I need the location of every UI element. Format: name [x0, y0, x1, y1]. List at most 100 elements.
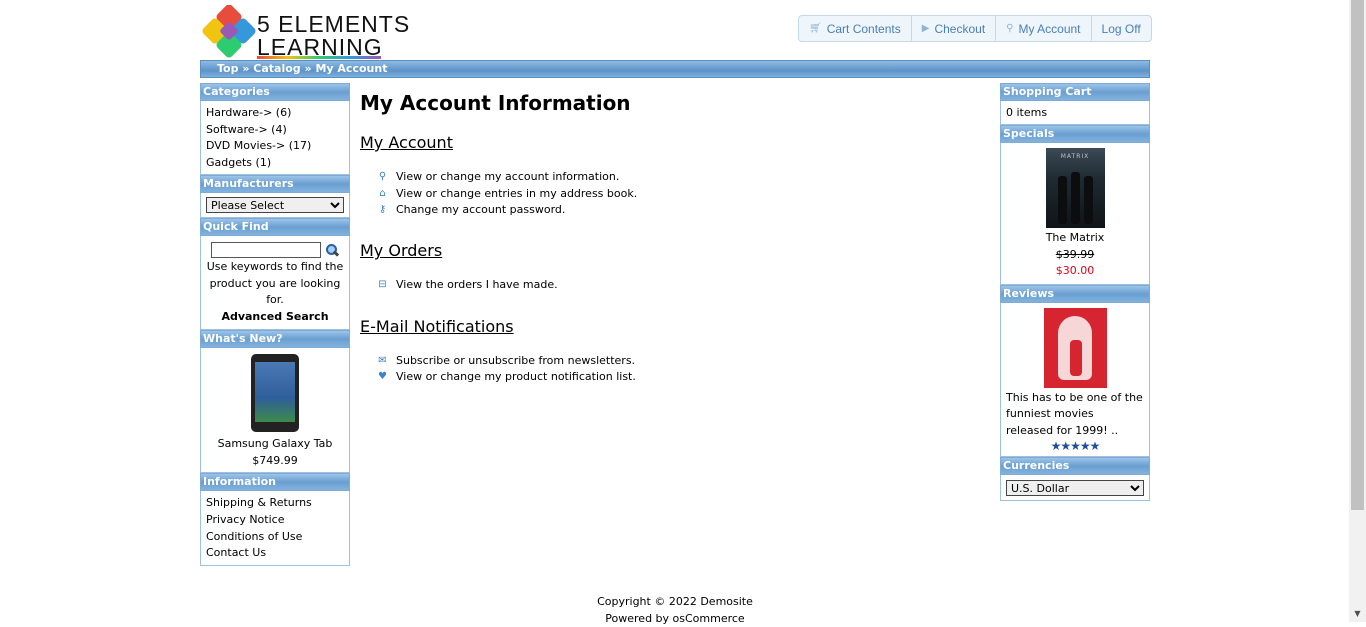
- left-column: Categories Hardware-> (6) Software-> (4)…: [200, 83, 350, 566]
- email-notifications-heading[interactable]: E-Mail Notifications: [360, 317, 990, 337]
- whats-new-product-link[interactable]: Samsung Galaxy Tab: [206, 436, 344, 453]
- specials-old-price: $39.99: [1006, 247, 1144, 264]
- right-column: Shopping Cart 0 items Specials MATRIX Th…: [1000, 83, 1150, 501]
- specials-box: MATRIX The Matrix $39.99 $30.00: [1000, 143, 1150, 285]
- newsletters-link[interactable]: Subscribe or unsubscribe from newsletter…: [396, 353, 635, 370]
- cart-item-count: 0 items: [1006, 105, 1144, 121]
- scrollbar-thumb[interactable]: [1351, 0, 1364, 510]
- change-password-link[interactable]: Change my account password.: [396, 202, 565, 219]
- my-orders-list: ⊟ View the orders I have made.: [377, 277, 990, 294]
- envelope-icon: ✉: [377, 353, 388, 370]
- key-icon: ⚷: [377, 202, 388, 219]
- category-link-gadgets[interactable]: Gadgets (1): [206, 155, 344, 172]
- home-icon: ⌂: [377, 186, 388, 203]
- privacy-notice-link[interactable]: Privacy Notice: [206, 512, 344, 529]
- list-item: ⌂ View or change entries in my address b…: [377, 186, 990, 203]
- checkout-label: Checkout: [934, 22, 985, 36]
- conditions-of-use-link[interactable]: Conditions of Use: [206, 529, 344, 546]
- currencies-select[interactable]: U.S. Dollar: [1006, 480, 1144, 496]
- reviews-box-title[interactable]: Reviews: [1000, 285, 1150, 303]
- breadcrumb-separator: »: [305, 62, 312, 75]
- review-text-link[interactable]: This has to be one of the funniest movie…: [1006, 390, 1144, 440]
- advanced-search-link[interactable]: Advanced Search: [206, 309, 344, 326]
- list-item: ⊟ View the orders I have made.: [377, 277, 990, 294]
- shipping-returns-link[interactable]: Shipping & Returns: [206, 495, 344, 512]
- cart-icon: 🛒︎: [809, 23, 822, 34]
- reviews-box: This has to be one of the funniest movie…: [1000, 303, 1150, 458]
- breadcrumb: Top » Catalog » My Account: [200, 60, 1150, 78]
- specials-product-link[interactable]: The Matrix: [1006, 230, 1144, 247]
- log-off-button[interactable]: Log Off: [1092, 16, 1151, 41]
- quick-find-input[interactable]: [211, 242, 321, 258]
- categories-box: Hardware-> (6) Software-> (4) DVD Movies…: [200, 101, 350, 175]
- person-icon: ⚲: [377, 169, 388, 186]
- my-account-list: ⚲ View or change my account information.…: [377, 169, 990, 219]
- review-movie-image[interactable]: [1044, 308, 1107, 388]
- copyright-text: Copyright © 2022 Demosite: [200, 594, 1150, 611]
- cart-contents-button[interactable]: 🛒︎ Cart Contents: [799, 16, 912, 41]
- log-off-label: Log Off: [1102, 22, 1141, 36]
- currencies-box: U.S. Dollar: [1000, 475, 1150, 501]
- list-item: ⚷ Change my account password.: [377, 202, 990, 219]
- shopping-cart-box: 0 items: [1000, 101, 1150, 125]
- categories-box-title: Categories: [200, 83, 350, 101]
- information-box-title: Information: [200, 473, 350, 491]
- samsung-galaxy-tab-image[interactable]: [251, 354, 299, 432]
- specials-new-price: $30.00: [1006, 263, 1144, 280]
- my-account-label: My Account: [1018, 22, 1080, 36]
- currencies-box-title: Currencies: [1000, 457, 1150, 475]
- manufacturers-box: Please Select: [200, 193, 350, 218]
- whats-new-box: Samsung Galaxy Tab $749.99: [200, 348, 350, 473]
- list-item: ♥ View or change my product notification…: [377, 369, 990, 386]
- my-orders-heading[interactable]: My Orders: [360, 241, 990, 261]
- scroll-down-arrow-icon[interactable]: ▼: [1349, 605, 1366, 622]
- cart-icon: ⊟: [377, 277, 388, 294]
- quick-find-help: Use keywords to find the product you are…: [206, 259, 344, 309]
- whats-new-box-title: What's New?: [200, 330, 350, 348]
- page-title: My Account Information: [360, 91, 990, 115]
- person-icon: ⚲: [1006, 23, 1013, 34]
- breadcrumb-my-account-link[interactable]: My Account: [315, 62, 387, 75]
- order-history-link[interactable]: View the orders I have made.: [396, 277, 558, 294]
- address-book-link[interactable]: View or change entries in my address boo…: [396, 186, 637, 203]
- list-item: ⚲ View or change my account information.: [377, 169, 990, 186]
- category-link-dvd-movies[interactable]: DVD Movies-> (17): [206, 138, 344, 155]
- footer: Copyright © 2022 Demosite Powered by osC…: [200, 594, 1150, 627]
- list-item: ✉ Subscribe or unsubscribe from newslett…: [377, 353, 990, 370]
- my-account-heading[interactable]: My Account: [360, 133, 990, 153]
- quick-find-box-title: Quick Find: [200, 218, 350, 236]
- heart-icon: ♥: [377, 369, 388, 386]
- logo-underline: [257, 56, 381, 59]
- cart-contents-label: Cart Contents: [827, 22, 901, 36]
- shopping-cart-box-title[interactable]: Shopping Cart: [1000, 83, 1150, 101]
- information-box: Shipping & Returns Privacy Notice Condit…: [200, 491, 350, 565]
- header-nav: 🛒︎ Cart Contents ▶ Checkout ⚲ My Account…: [798, 15, 1152, 42]
- page-scrollbar[interactable]: ▼: [1349, 0, 1366, 622]
- edit-account-link[interactable]: View or change my account information.: [396, 169, 619, 186]
- quick-find-box: Use keywords to find the product you are…: [200, 236, 350, 330]
- breadcrumb-catalog-link[interactable]: Catalog: [253, 62, 300, 75]
- logo-text: 5 ELEMENTS LEARNING: [257, 13, 410, 59]
- rating-stars-icon: ★★★★★: [1006, 439, 1144, 453]
- whats-new-price: $749.99: [206, 453, 344, 470]
- product-notifications-link[interactable]: View or change my product notification l…: [396, 369, 636, 386]
- category-link-software[interactable]: Software-> (4): [206, 122, 344, 139]
- powered-by-text: Powered by osCommerce: [200, 611, 1150, 627]
- email-notifications-list: ✉ Subscribe or unsubscribe from newslett…: [377, 353, 990, 386]
- specials-box-title[interactable]: Specials: [1000, 125, 1150, 143]
- triangle-right-icon: ▶: [922, 23, 930, 34]
- manufacturers-select[interactable]: Please Select: [206, 197, 344, 213]
- checkout-button[interactable]: ▶ Checkout: [912, 16, 996, 41]
- category-link-hardware[interactable]: Hardware-> (6): [206, 105, 344, 122]
- contact-us-link[interactable]: Contact Us: [206, 545, 344, 562]
- manufacturers-box-title: Manufacturers: [200, 175, 350, 193]
- logo-line1: 5 ELEMENTS: [257, 13, 410, 36]
- search-icon[interactable]: [325, 243, 339, 257]
- store-logo[interactable]: 5 ELEMENTS LEARNING: [202, 5, 382, 59]
- breadcrumb-top-link[interactable]: Top: [217, 62, 238, 75]
- my-account-button[interactable]: ⚲ My Account: [996, 16, 1091, 41]
- the-matrix-image[interactable]: MATRIX: [1046, 148, 1105, 228]
- poster-title: MATRIX: [1046, 153, 1105, 160]
- logo-mark-icon: [202, 5, 256, 59]
- main-content: My Account Information My Account ⚲ View…: [360, 91, 990, 386]
